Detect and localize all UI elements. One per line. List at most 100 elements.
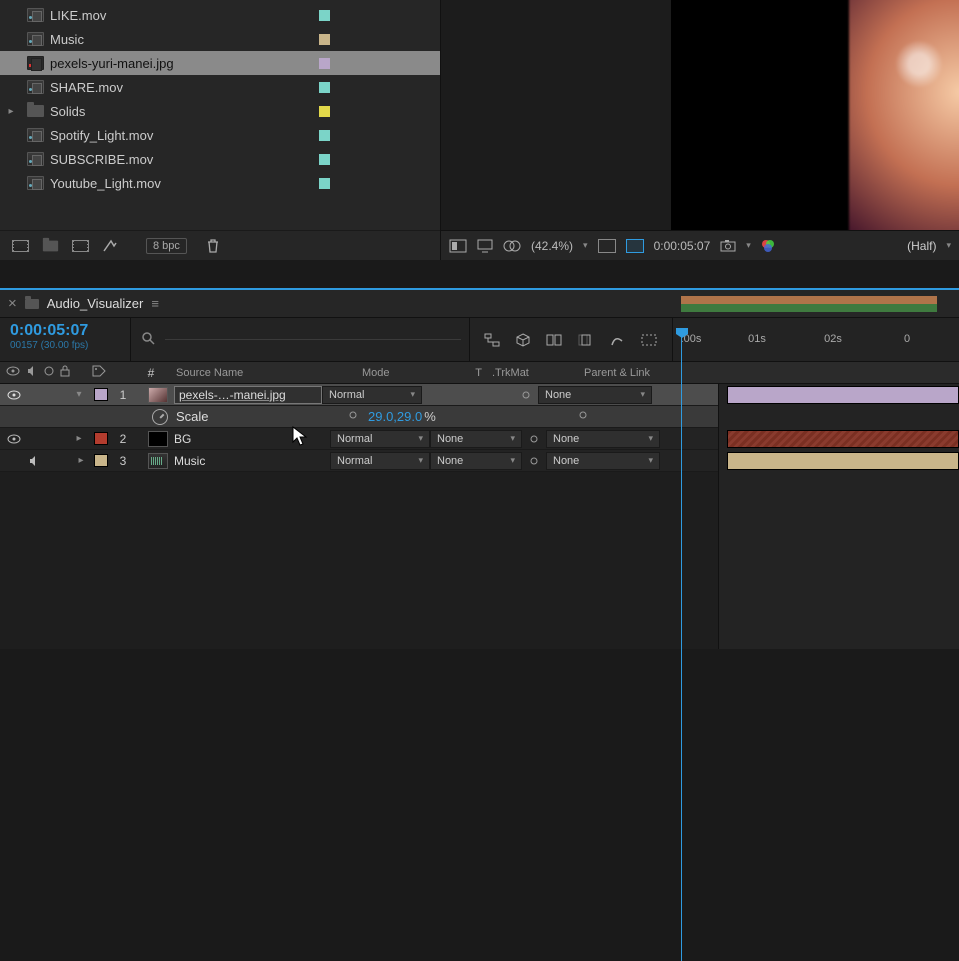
solo-column-icon[interactable] xyxy=(44,366,54,379)
project-item-label[interactable] xyxy=(319,58,330,69)
close-tab-icon[interactable]: × xyxy=(8,295,17,312)
project-item-name: Solids xyxy=(50,104,319,119)
layer-name[interactable]: pexels-…-manei.jpg xyxy=(174,386,322,404)
layer-columns-header: # Source Name Mode T .TrkMat Parent & Li… xyxy=(0,362,959,384)
project-item-label[interactable] xyxy=(319,34,330,45)
video-toggle-icon[interactable] xyxy=(6,453,22,469)
chevron-down-icon[interactable]: ▾ xyxy=(583,240,588,251)
expression-pickwhip-icon[interactable] xyxy=(576,409,590,424)
project-item[interactable]: SUBSCRIBE.mov xyxy=(0,147,440,171)
mask-icon[interactable] xyxy=(503,240,521,252)
source-name-column[interactable]: Source Name xyxy=(176,367,362,379)
timeline-search[interactable] xyxy=(130,318,470,361)
draft3d-icon[interactable] xyxy=(516,333,530,347)
layer-duration-bar[interactable] xyxy=(727,430,959,448)
shy-icon[interactable] xyxy=(640,333,658,347)
color-management-icon[interactable] xyxy=(761,239,775,253)
project-item-label[interactable] xyxy=(319,154,330,165)
label-column[interactable] xyxy=(92,365,140,380)
panel-menu-icon[interactable]: ≡ xyxy=(151,296,160,311)
parent-dropdown[interactable]: None▾ xyxy=(546,452,660,470)
current-timecode[interactable]: 0:00:05:07 xyxy=(10,322,120,340)
project-item-label[interactable] xyxy=(319,130,330,141)
comp-mini-flowchart-icon[interactable] xyxy=(484,333,500,347)
project-item[interactable]: SHARE.mov xyxy=(0,75,440,99)
trkmat-dropdown[interactable]: None▾ xyxy=(430,452,522,470)
folder-icon xyxy=(26,103,44,119)
chevron-down-icon[interactable]: ▾ xyxy=(746,240,751,251)
expand-icon[interactable]: ▸ xyxy=(4,106,18,117)
layer-name[interactable]: Music xyxy=(174,454,330,468)
layer-label[interactable] xyxy=(94,432,108,445)
adjustment-icon[interactable] xyxy=(100,238,120,254)
viewer-zoom[interactable]: (42.4%) xyxy=(531,239,573,253)
layer-label[interactable] xyxy=(94,454,108,467)
mode-column[interactable]: Mode xyxy=(362,367,462,379)
interpret-footage-icon[interactable] xyxy=(10,238,30,254)
project-item[interactable]: Spotify_Light.mov xyxy=(0,123,440,147)
parent-pickwhip-icon[interactable] xyxy=(514,389,538,401)
layer-twirl-icon[interactable]: ▸ xyxy=(72,433,86,444)
trkmat-dropdown[interactable]: None▾ xyxy=(430,430,522,448)
project-item-label[interactable] xyxy=(319,178,330,189)
layer-duration-bar[interactable] xyxy=(727,452,959,470)
mode-dropdown[interactable]: Normal▾ xyxy=(322,386,422,404)
project-item-folder[interactable]: ▸ Solids xyxy=(0,99,440,123)
project-item[interactable]: LIKE.mov xyxy=(0,3,440,27)
project-item[interactable]: Music xyxy=(0,27,440,51)
time-ruler[interactable]: :00s 01s 02s 0 xyxy=(672,318,959,361)
layer-twirl-icon[interactable]: ▸ xyxy=(74,455,88,466)
composition-viewer: (42.4%) ▾ 0:00:05:07 ▾ (Half) ▾ xyxy=(440,0,959,260)
layer-label[interactable] xyxy=(94,388,108,401)
project-item[interactable]: pexels-yuri-manei.jpg xyxy=(0,51,440,75)
audio-column-icon[interactable] xyxy=(26,365,38,380)
resolution-toggle[interactable] xyxy=(598,239,616,253)
new-folder-icon[interactable] xyxy=(40,238,60,254)
viewer-timecode[interactable]: 0:00:05:07 xyxy=(654,239,711,253)
parent-dropdown[interactable]: None▾ xyxy=(538,386,652,404)
timeline-tracks[interactable] xyxy=(718,384,959,649)
mode-dropdown[interactable]: Normal▾ xyxy=(330,452,430,470)
snapshot-icon[interactable] xyxy=(720,240,736,252)
work-area-bar[interactable] xyxy=(681,296,959,316)
project-item-label[interactable] xyxy=(319,10,330,21)
trash-icon[interactable] xyxy=(203,238,223,254)
movie-file-icon xyxy=(26,7,44,23)
index-column[interactable]: # xyxy=(140,366,162,380)
project-items: LIKE.mov Music pexels-yuri-manei.jpg SHA… xyxy=(0,0,440,195)
lock-column-icon[interactable] xyxy=(60,365,70,380)
project-item-label[interactable] xyxy=(319,106,330,117)
parent-column[interactable]: Parent & Link xyxy=(574,367,724,379)
comp-name[interactable]: Audio_Visualizer xyxy=(47,296,144,311)
parent-pickwhip-icon[interactable] xyxy=(522,433,546,445)
region-of-interest[interactable] xyxy=(626,239,644,253)
video-column-icon[interactable] xyxy=(6,366,20,379)
project-item[interactable]: Youtube_Light.mov xyxy=(0,171,440,195)
monitor-icon[interactable] xyxy=(477,239,493,253)
frame-blend-icon[interactable] xyxy=(546,334,562,346)
graph-editor-icon[interactable] xyxy=(610,333,624,347)
bpc-toggle[interactable]: 8 bpc xyxy=(146,238,187,254)
toggle-alpha-icon[interactable] xyxy=(449,239,467,253)
chevron-down-icon[interactable]: ▾ xyxy=(946,240,951,251)
current-time-display[interactable]: 0:00:05:07 00157 (30.00 fps) xyxy=(0,318,130,361)
mode-dropdown[interactable]: Normal▾ xyxy=(330,430,430,448)
viewer-canvas[interactable] xyxy=(671,0,959,260)
constrain-proportions-icon[interactable] xyxy=(346,409,360,424)
property-value[interactable]: 29.0,29.0 xyxy=(368,409,422,424)
video-toggle-icon[interactable] xyxy=(6,431,22,447)
trkmat-column[interactable]: .TrkMat xyxy=(482,367,574,379)
layer-duration-bar[interactable] xyxy=(727,386,959,404)
parent-dropdown[interactable]: None▾ xyxy=(546,430,660,448)
t-column[interactable]: T xyxy=(462,367,482,379)
motion-blur-icon[interactable] xyxy=(578,334,594,346)
video-toggle-icon[interactable] xyxy=(6,387,22,403)
parent-pickwhip-icon[interactable] xyxy=(522,455,546,467)
layer-twirl-icon[interactable]: ▾ xyxy=(72,389,86,400)
timeline-panel: × Audio_Visualizer ≡ 0:00:05:07 00157 (3… xyxy=(0,288,959,649)
viewer-resolution[interactable]: (Half) xyxy=(907,239,936,253)
stopwatch-icon[interactable] xyxy=(152,409,168,425)
audio-toggle-icon[interactable] xyxy=(26,453,42,469)
project-item-label[interactable] xyxy=(319,82,330,93)
new-comp-icon[interactable] xyxy=(70,238,90,254)
